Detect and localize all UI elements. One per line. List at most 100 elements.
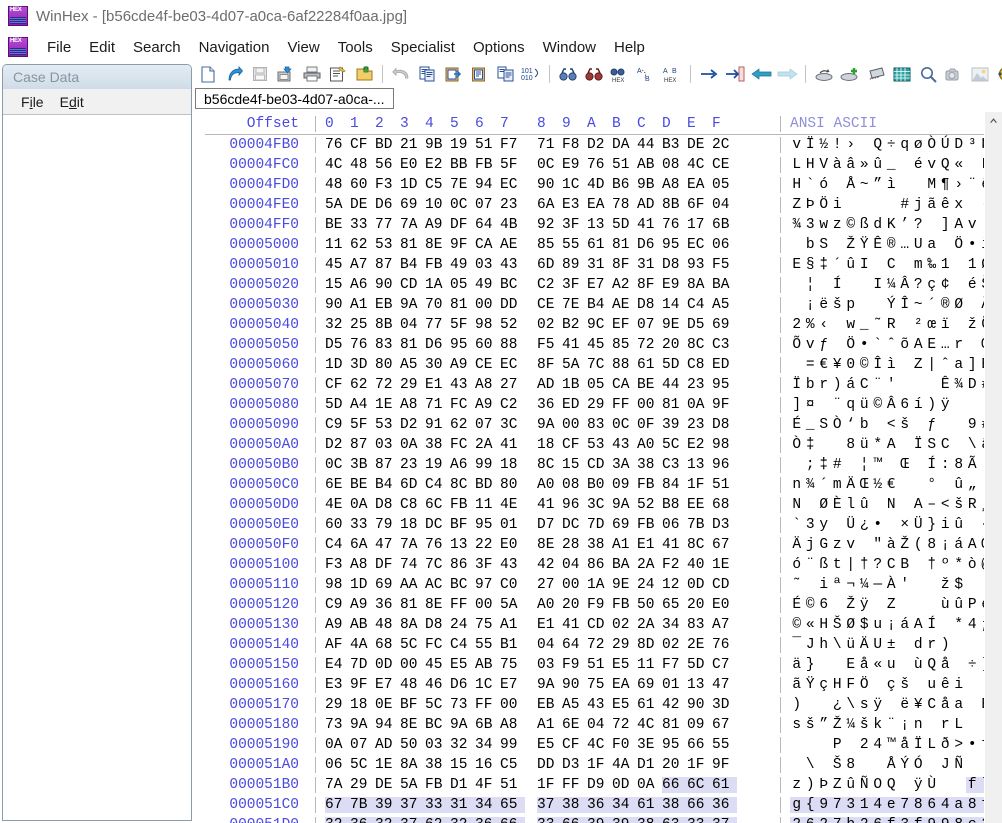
hex-byte[interactable]: 1F (587, 757, 612, 773)
hex-byte[interactable]: D5 (687, 317, 712, 333)
goto-block-icon[interactable] (722, 62, 748, 86)
hex-byte[interactable]: E1 (637, 537, 662, 553)
hex-byte[interactable]: AB (637, 157, 662, 173)
ascii-char[interactable] (817, 277, 831, 293)
ascii-char[interactable]: Ý (898, 757, 912, 773)
hex-byte[interactable]: 04 (587, 717, 612, 733)
hex-byte[interactable]: 75 (587, 677, 612, 693)
hex-byte[interactable]: 5C (662, 437, 687, 453)
hex-byte[interactable]: 5A (562, 357, 587, 373)
hex-byte[interactable]: 9F (350, 677, 375, 693)
hex-byte[interactable]: A1 (350, 297, 375, 313)
ascii-char[interactable] (925, 717, 939, 733)
hex-byte[interactable]: 0D (612, 777, 637, 793)
ascii-char[interactable]: J (939, 757, 953, 773)
ascii-char[interactable]: A (966, 537, 980, 553)
row-ascii[interactable]: É_SÒ‘b <š ƒ 9#Ø (780, 417, 1002, 433)
ascii-char[interactable] (966, 717, 980, 733)
row-hex-bytes[interactable]: D5 76 83 81 D6 95 60 88 F5 41 45 85 72 20 8C C3 (315, 337, 780, 353)
ascii-char[interactable]: Š (831, 617, 845, 633)
hex-byte[interactable]: BA (612, 557, 637, 573)
ascii-char[interactable] (952, 417, 966, 433)
ascii-char[interactable]: ¥ (831, 357, 845, 373)
hex-byte[interactable]: CF (562, 737, 587, 753)
hex-byte[interactable]: D6 (637, 237, 662, 253)
hex-row[interactable]: 00005150 E4 7D 0D 00 45 E5 AB 75 03 F9 51 E5 11 F7 5D C7… (195, 655, 1002, 675)
hex-byte[interactable]: 9F (712, 757, 737, 773)
hex-byte[interactable]: 6B (475, 717, 500, 733)
hex-byte[interactable]: 78 (612, 197, 637, 213)
hex-byte[interactable]: 5C (425, 697, 450, 713)
ascii-char[interactable] (871, 297, 885, 313)
row-hex-bytes[interactable]: F3 A8 DF 74 7C 86 3F 43 42 04 86 BA 2A F2 40 1E (315, 557, 780, 573)
ascii-char[interactable]: å (858, 657, 872, 673)
ascii-char[interactable]: ) (939, 637, 953, 653)
ascii-char[interactable]: ÷ (885, 137, 899, 153)
ascii-char[interactable]: A (912, 337, 926, 353)
hex-byte[interactable]: 41 (562, 337, 587, 353)
copy-icon[interactable] (414, 62, 440, 86)
hex-byte[interactable]: 83 (687, 617, 712, 633)
hex-byte[interactable]: 90 (562, 677, 587, 693)
row-hex-bytes[interactable]: 45 A7 87 B4 FB 49 03 43 6D 89 31 8F 31 D8 93 F5 (315, 257, 780, 273)
hex-byte[interactable]: 1F (687, 477, 712, 493)
ascii-char[interactable]: 3 (804, 217, 818, 233)
ascii-char[interactable]: ½ (817, 137, 831, 153)
ascii-char[interactable]: 9 (817, 797, 831, 813)
ascii-char[interactable]: ÿ (939, 397, 953, 413)
ascii-char[interactable] (952, 317, 966, 333)
row-ascii[interactable]: ÄjGzv "àŽ(8¡áAŒg (780, 537, 1002, 553)
hex-byte[interactable]: 96 (562, 497, 587, 513)
ascii-char[interactable]: å (939, 697, 953, 713)
hex-byte[interactable]: 3F (562, 217, 587, 233)
hex-row[interactable]: 000051C0 67 7B 39 37 33 31 34 65 37 38 36 34 61 38 66 36… (195, 795, 1002, 815)
row-hex-bytes[interactable]: 11 62 53 81 8E 9F CA AE 85 55 61 81 D6 95 EC 06 (315, 237, 780, 253)
row-ascii[interactable]: ]¤ ¨qü©Â6í)ÿ Ÿ (780, 397, 1002, 413)
hex-byte[interactable]: 76 (662, 217, 687, 233)
hex-byte[interactable]: E0 (712, 597, 737, 613)
ascii-char[interactable]: P (966, 597, 980, 613)
hex-byte[interactable]: 37 (712, 817, 737, 823)
ascii-char[interactable]: Ö (952, 237, 966, 253)
hex-byte[interactable]: 63 (662, 817, 687, 823)
ascii-char[interactable]: ° (925, 477, 939, 493)
hex-byte[interactable]: 43 (450, 377, 475, 393)
ascii-char[interactable]: } (925, 517, 939, 533)
ascii-char[interactable]: é (912, 157, 926, 173)
ascii-char[interactable] (966, 677, 980, 693)
hex-byte[interactable]: 83 (375, 337, 400, 353)
ascii-char[interactable]: ] (966, 357, 980, 373)
row-hex-bytes[interactable]: D2 87 03 0A 38 FC 2A 41 18 CF 53 43 A0 5C E2 98 (315, 437, 780, 453)
hex-byte[interactable]: 0A (400, 437, 425, 453)
hex-byte[interactable]: 0D (687, 577, 712, 593)
hex-byte[interactable]: CD (400, 277, 425, 293)
ascii-char[interactable]: n (912, 717, 926, 733)
ascii-char[interactable]: Ó (912, 757, 926, 773)
ascii-char[interactable]: j (804, 537, 818, 553)
ascii-char[interactable]: Ž (898, 537, 912, 553)
hex-byte[interactable]: 36 (537, 397, 562, 413)
hex-byte[interactable]: 75 (500, 657, 525, 673)
ascii-char[interactable]: Å (844, 177, 858, 193)
ascii-char[interactable]: ) (925, 397, 939, 413)
hex-byte[interactable]: EC (687, 237, 712, 253)
gear-tools-icon[interactable] (993, 62, 1002, 86)
ascii-char[interactable]: n (790, 477, 804, 493)
ascii-char[interactable] (952, 777, 966, 793)
hex-byte[interactable]: 95 (662, 237, 687, 253)
ascii-char[interactable]: ' (885, 377, 899, 393)
hex-row[interactable]: 00005100 F3 A8 DF 74 7C 86 3F 43 42 04 86 BA 2A F2 40 1E… (195, 555, 1002, 575)
hex-byte[interactable]: 45 (587, 337, 612, 353)
hex-byte[interactable]: 95 (475, 517, 500, 533)
ascii-char[interactable]: Þ (817, 777, 831, 793)
ascii-char[interactable]: Z (885, 597, 899, 613)
hex-row[interactable]: 00005110 98 1D 69 AA AC BC 97 C0 27 00 1A 9E 24 12 0D CD… (195, 575, 1002, 595)
ascii-char[interactable]: ¼ (885, 277, 899, 293)
hex-byte[interactable]: 5A (500, 597, 525, 613)
ascii-char[interactable]: À (885, 577, 899, 593)
ascii-char[interactable]: N (885, 497, 899, 513)
hex-byte[interactable]: 8F (637, 277, 662, 293)
ascii-char[interactable]: Ž (831, 717, 845, 733)
hex-byte[interactable]: 24 (637, 577, 662, 593)
ascii-char[interactable]: 1 (857, 797, 871, 813)
